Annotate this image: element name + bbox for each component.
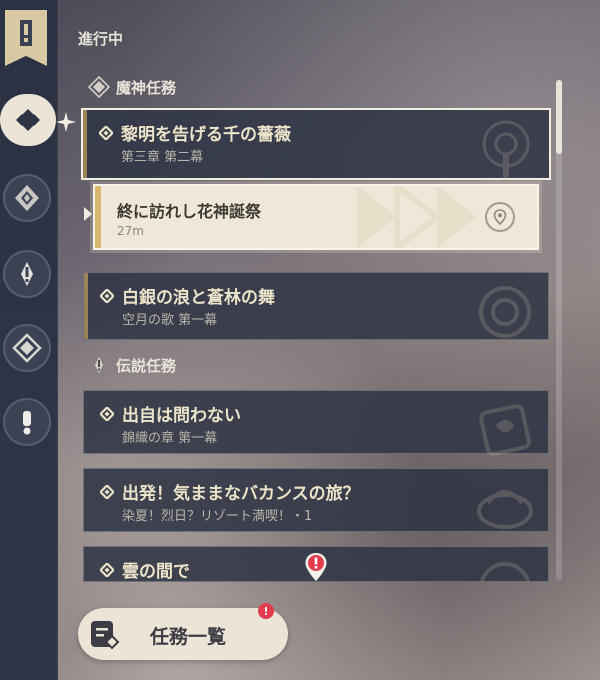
quest-title: 黎明を告げる千の薔薇 [121,125,291,145]
quest-title-row: 出自は問わない [100,401,241,426]
story-quest-icon [15,185,39,211]
archon-quest-tab[interactable] [0,94,56,146]
archon-category-icon [88,76,110,98]
archon-quest-icon [16,109,40,131]
quest-title: 雲の間で [122,562,190,582]
quest-diamond-icon [100,484,114,499]
section-title: 進行中 [78,30,124,48]
world-quest-icon [12,333,42,363]
quest-objective-card[interactable]: 終に訪れし花神誕祭 27m [93,184,539,250]
quest-list-scrollbar[interactable] [556,80,562,580]
quest-title: 白銀の浪と蒼林の舞 [122,288,275,308]
bookmark-icon[interactable] [5,10,47,66]
quest-title-row: 出発！気ままなバカンスの旅？ [100,479,360,504]
legend-category-header: 伝説任務 [88,354,176,376]
sumeru-emblem-icon [482,120,530,180]
legend-quest-tab[interactable] [3,250,51,298]
objective-pattern-icon [357,186,477,248]
archon-category-header: 魔神任務 [88,76,176,98]
quest-list-button[interactable]: 任務一覧 [78,608,288,660]
world-quest-tab[interactable] [3,324,51,372]
objective-distance: 27m [117,224,144,238]
map-pin-icon [493,209,507,225]
quest-list-label: 任務一覧 [150,626,227,648]
commission-tab[interactable] [3,398,51,446]
track-pin-button[interactable] [485,202,515,232]
quest-title-row: 雲の間で [100,557,190,582]
legend-category-icon [95,357,103,373]
quest-diamond-icon [99,125,113,140]
quest-title-row: 黎明を告げる千の薔薇 [99,120,291,145]
quest-emblem-icon [479,562,531,581]
quest-diamond-icon [100,288,114,303]
quest-card[interactable]: 出発！気ままなバカンスの旅？ 染夏！烈日？リゾート満喫！・1 [83,468,549,532]
quest-title: 出発！気ままなバカンスの旅？ [122,484,360,504]
legend-category-label: 伝説任務 [116,356,177,375]
quest-card[interactable]: 出自は問わない 錦織の章 第一幕 [83,390,549,456]
objective-title: 終に訪れし花神誕祭 [117,202,262,221]
objective-pointer-icon [84,207,92,221]
fontaine-emblem-icon [479,286,531,338]
story-quest-tab[interactable] [3,174,51,222]
selection-sparkle-icon [56,112,76,132]
objective-accent-bar [95,186,101,248]
quest-title: 出自は問わない [122,406,241,426]
legend-quest-icon [21,262,33,286]
quest-subtitle: 空月の歌 第一幕 [122,313,218,328]
quest-subtitle: 染夏！烈日？リゾート満喫！・1 [122,509,313,524]
quest-subtitle: 錦織の章 第一幕 [122,431,218,446]
quest-category-sidebar [0,0,76,680]
notification-badge: ! [258,603,274,619]
commission-icon [23,411,31,435]
scrollbar-thumb[interactable] [556,80,562,154]
new-quest-alert-icon [305,553,327,581]
quest-diamond-icon [100,562,114,577]
event-emblem-icon [477,490,533,529]
quest-subtitle: 第三章 第二幕 [121,150,204,165]
quest-card[interactable]: 白銀の浪と蒼林の舞 空月の歌 第一幕 [83,272,549,340]
quest-card-selected[interactable]: 黎明を告げる千の薔薇 第三章 第二幕 [81,108,551,180]
character-emblem-icon [479,404,531,456]
quest-diamond-icon [100,406,114,421]
quest-list-icon [91,621,120,650]
quest-title-row: 白銀の浪と蒼林の舞 [100,283,275,308]
archon-category-label: 魔神任務 [116,78,177,97]
